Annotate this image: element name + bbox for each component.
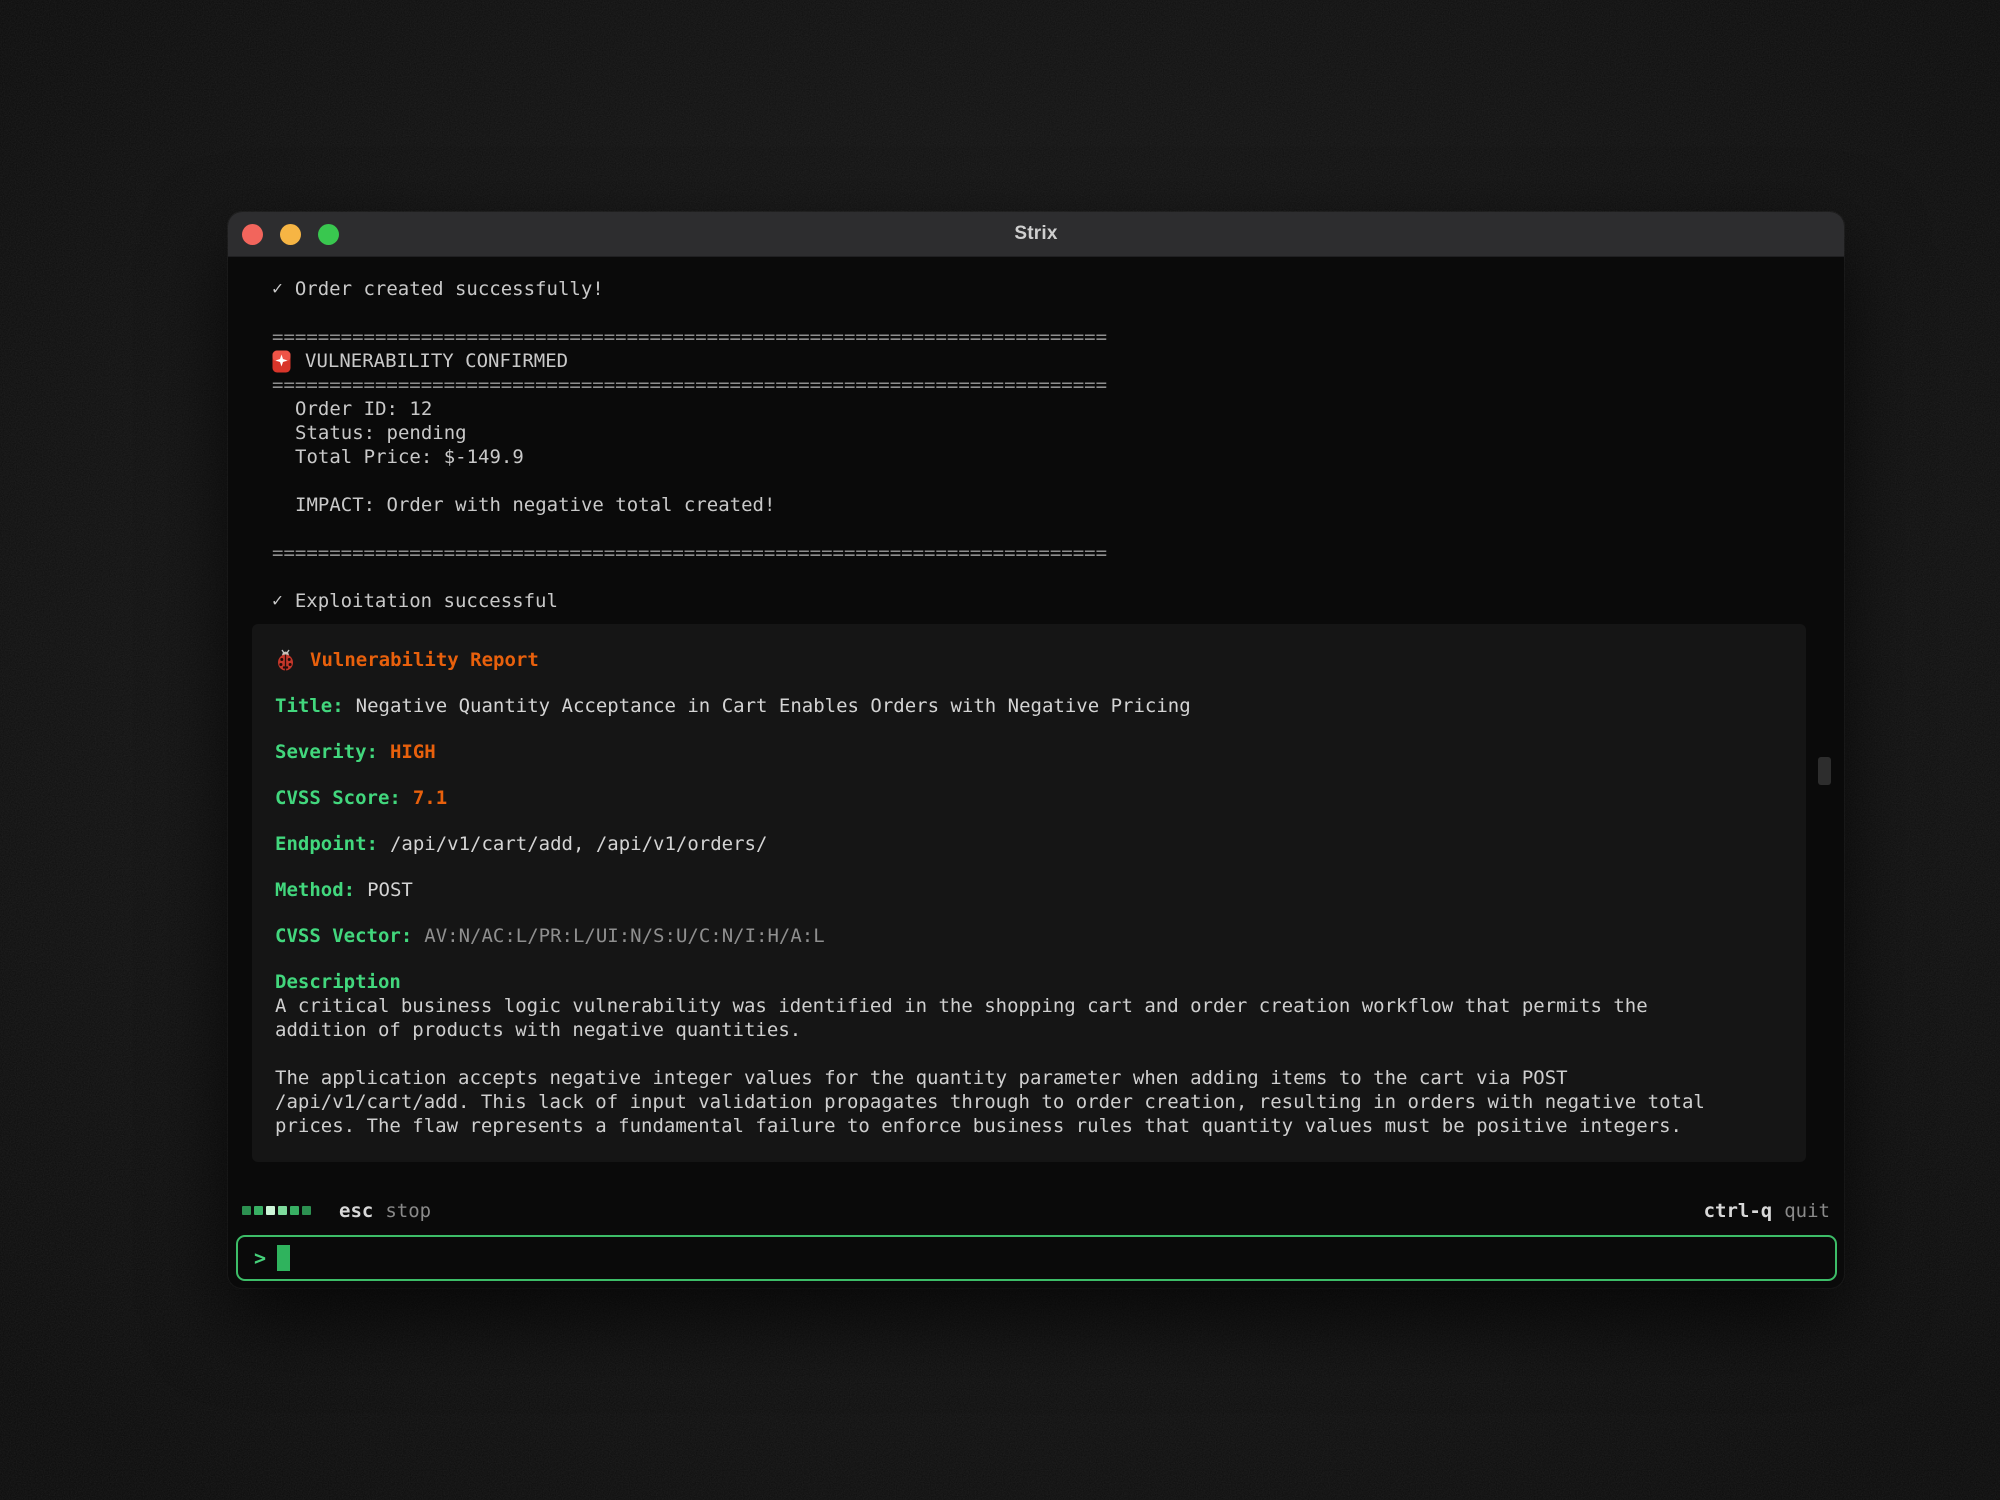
report-field-cvss-score: CVSS Score: 7.1	[275, 786, 1782, 810]
strix-terminal-window: Strix ✓ Order created successfully! ====…	[228, 212, 1844, 1288]
report-field-endpoint: Endpoint: /api/v1/cart/add, /api/v1/orde…	[275, 832, 1782, 856]
report-field-method: Method: POST	[275, 878, 1782, 902]
check-icon: ✓	[272, 277, 283, 301]
vulnerability-confirmed-text: VULNERABILITY CONFIRMED	[305, 349, 568, 373]
field-value: POST	[367, 878, 413, 902]
order-created-line: ✓ Order created successfully!	[252, 277, 1806, 301]
cvss-score-value: 7.1	[413, 786, 447, 810]
field-label: CVSS Score:	[275, 786, 401, 810]
order-status-line: Status: pending	[252, 421, 1806, 445]
report-heading: Vulnerability Report	[275, 648, 1782, 672]
severity-badge: HIGH	[390, 740, 436, 764]
field-value: /api/v1/cart/add, /api/v1/orders/	[390, 832, 768, 856]
command-input[interactable]: >	[236, 1235, 1837, 1281]
stop-key: esc	[339, 1200, 373, 1222]
separator-line: ========================================…	[252, 373, 1806, 397]
exploitation-text: Exploitation successful	[295, 589, 558, 613]
window-title: Strix	[228, 223, 1844, 245]
scrollbar-thumb[interactable]	[1818, 757, 1831, 785]
separator-line: ========================================…	[252, 325, 1806, 349]
report-field-cvss-vector: CVSS Vector: AV:N/AC:L/PR:L/UI:N/S:U/C:N…	[275, 924, 1782, 948]
description-text-line: A critical business logic vulnerability …	[275, 994, 1782, 1018]
total-price-line: Total Price: $-149.9	[252, 445, 1806, 469]
order-id-line: Order ID: 12	[252, 397, 1806, 421]
window-titlebar: Strix	[228, 212, 1844, 257]
report-field-severity: Severity: HIGH	[275, 740, 1782, 764]
description-text-line: The application accepts negative integer…	[275, 1066, 1782, 1090]
description-heading: Description	[275, 970, 1782, 994]
field-label: Method:	[275, 878, 355, 902]
stop-hint[interactable]: esc stop	[242, 1200, 431, 1222]
quit-key: ctrl-q	[1704, 1200, 1773, 1222]
prompt-symbol: >	[254, 1248, 266, 1268]
ladybug-icon	[275, 649, 296, 671]
activity-spinner	[242, 1206, 311, 1215]
order-created-text: Order created successfully!	[295, 277, 604, 301]
stop-label: stop	[385, 1200, 431, 1222]
description-text-line: addition of products with negative quant…	[275, 1018, 1782, 1042]
status-bar: esc stop ctrl-q quit	[228, 1186, 1844, 1235]
vulnerability-report-panel: Vulnerability Report Title: Negative Qua…	[252, 624, 1806, 1162]
check-icon: ✓	[272, 589, 283, 613]
quit-label: quit	[1784, 1200, 1830, 1222]
exploitation-line: ✓ Exploitation successful	[252, 589, 1806, 613]
text-cursor	[277, 1245, 290, 1271]
field-label: Title:	[275, 694, 344, 718]
field-value: AV:N/AC:L/PR:L/UI:N/S:U/C:N/I:H/A:L	[424, 924, 824, 948]
separator-line: ========================================…	[252, 541, 1806, 565]
description-text-line: /api/v1/cart/add. This lack of input val…	[275, 1090, 1782, 1114]
field-label: CVSS Vector:	[275, 924, 412, 948]
field-label: Endpoint:	[275, 832, 378, 856]
impact-line: IMPACT: Order with negative total create…	[252, 493, 1806, 517]
field-label: Severity:	[275, 740, 378, 764]
terminal-output-area: ✓ Order created successfully! ==========…	[228, 257, 1844, 1186]
report-field-title: Title: Negative Quantity Acceptance in C…	[275, 694, 1782, 718]
quit-hint[interactable]: ctrl-q quit	[1704, 1200, 1830, 1222]
vulnerability-confirmed-line: VULNERABILITY CONFIRMED	[252, 349, 1806, 373]
description-text-line: prices. The flaw represents a fundamenta…	[275, 1114, 1782, 1138]
siren-icon	[272, 350, 291, 373]
field-value: Negative Quantity Acceptance in Cart Ena…	[356, 694, 1191, 718]
report-heading-text: Vulnerability Report	[310, 648, 539, 672]
